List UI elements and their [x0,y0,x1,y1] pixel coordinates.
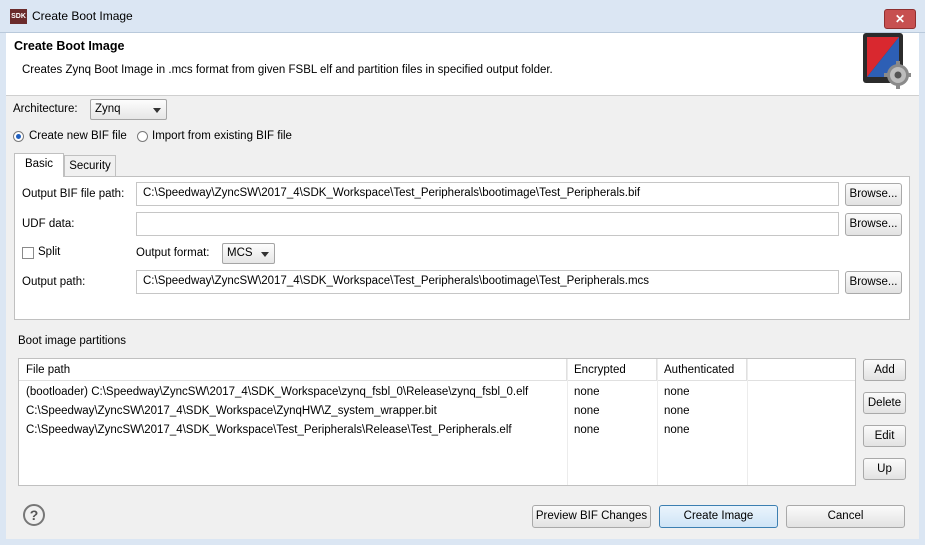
cell-authenticated: none [664,405,690,417]
chevron-down-icon [261,252,269,257]
cancel-button[interactable]: Cancel [786,505,905,528]
output-format-value: MCS [227,247,253,259]
output-path-field[interactable]: C:\Speedway\ZyncSW\2017_4\SDK_Workspace\… [136,270,839,294]
cell-authenticated: none [664,424,690,436]
window-frame-bottom [0,539,925,545]
output-path-label: Output path: [22,276,86,288]
dialog-description: Creates Zynq Boot Image in .mcs format f… [22,64,553,76]
split-label: Split [38,246,61,258]
title-bar [0,0,925,33]
architecture-select[interactable]: Zynq [90,99,167,120]
cell-file-path: C:\Speedway\ZyncSW\2017_4\SDK_Workspace\… [26,405,437,417]
output-format-select[interactable]: MCS [222,243,275,264]
split-checkbox[interactable] [22,247,34,259]
window-frame-right [919,33,925,545]
import-bif-radio[interactable] [137,131,148,142]
cell-encrypted: none [574,424,600,436]
architecture-value: Zynq [95,103,121,115]
column-header-encrypted[interactable]: Encrypted [567,359,657,381]
partitions-section-label: Boot image partitions [18,335,127,347]
cell-file-path: (bootloader) C:\Speedway\ZyncSW\2017_4\S… [26,386,529,398]
add-partition-button[interactable]: Add [863,359,906,381]
boot-image-gear-icon [863,33,911,89]
browse-output-button[interactable]: Browse... [845,271,902,294]
cell-authenticated: none [664,386,690,398]
cell-encrypted: none [574,405,600,417]
output-path-value: C:\Speedway\ZyncSW\2017_4\SDK_Workspace\… [143,275,650,287]
tab-security[interactable]: Security [64,155,116,177]
chevron-down-icon [153,108,161,113]
udf-field[interactable] [136,212,839,236]
sdk-app-icon: SDK [10,9,27,24]
architecture-label: Architecture: [13,103,78,115]
column-header-authenticated[interactable]: Authenticated [657,359,747,381]
browse-bif-button[interactable]: Browse... [845,183,902,206]
column-header-filler [747,359,855,381]
close-window-button[interactable]: ✕ [884,9,916,29]
column-divider [747,359,748,485]
output-bif-field[interactable]: C:\Speedway\ZyncSW\2017_4\SDK_Workspace\… [136,182,839,206]
output-format-label: Output format: [136,247,210,259]
output-bif-value: C:\Speedway\ZyncSW\2017_4\SDK_Workspace\… [143,187,641,199]
tab-basic[interactable]: Basic [14,153,64,177]
udf-label: UDF data: [22,218,75,230]
move-up-button[interactable]: Up [863,458,906,480]
window-title: Create Boot Image [32,9,133,23]
cell-encrypted: none [574,386,600,398]
column-header-file-path[interactable]: File path [19,359,567,381]
create-new-bif-label: Create new BIF file [29,130,127,142]
edit-partition-button[interactable]: Edit [863,425,906,447]
preview-bif-changes-button[interactable]: Preview BIF Changes [532,505,651,528]
import-bif-label: Import from existing BIF file [152,130,292,142]
output-bif-label: Output BIF file path: [22,188,125,200]
browse-udf-button[interactable]: Browse... [845,213,902,236]
partitions-table[interactable]: File path Encrypted Authenticated (bootl… [18,358,856,486]
delete-partition-button[interactable]: Delete [863,392,906,414]
create-new-bif-radio[interactable] [13,131,24,142]
dialog-title: Create Boot Image [14,39,125,53]
cell-file-path: C:\Speedway\ZyncSW\2017_4\SDK_Workspace\… [26,424,512,436]
create-image-button[interactable]: Create Image [659,505,778,528]
help-icon[interactable]: ? [23,504,45,526]
